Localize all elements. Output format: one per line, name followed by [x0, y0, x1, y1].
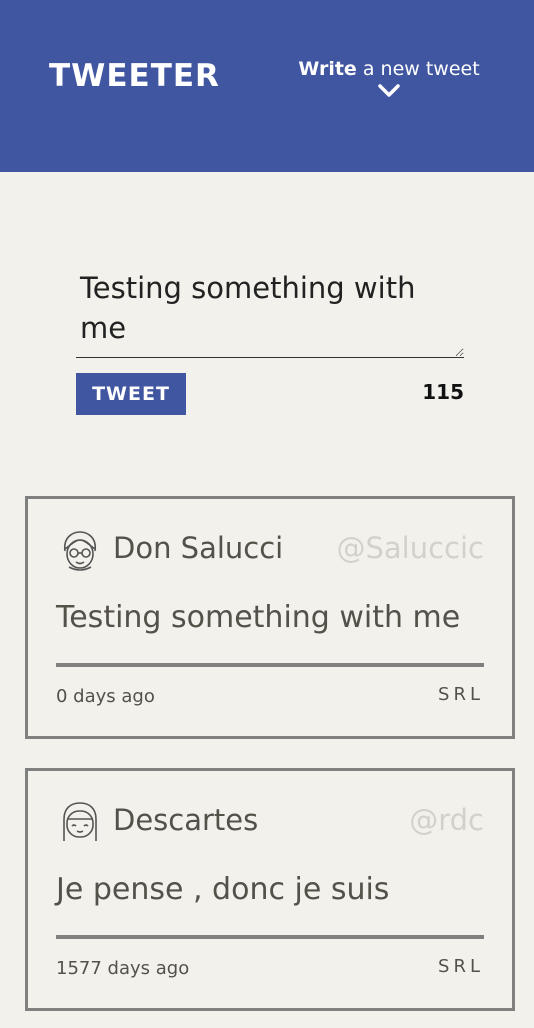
compose-toggle-label: Write a new tweet — [298, 58, 480, 80]
tweet-timestamp: 1577 days ago — [56, 958, 190, 979]
brand-logo: TWEETER — [49, 58, 220, 94]
retweet-action[interactable]: R — [453, 684, 470, 705]
like-action[interactable]: L — [470, 684, 484, 705]
compose-toggle[interactable]: Write a new tweet — [298, 58, 480, 104]
retweet-action[interactable]: R — [453, 956, 470, 977]
share-action[interactable]: S — [438, 956, 453, 977]
tweet-author-name: Descartes — [113, 803, 259, 837]
tweet-actions: SRL — [438, 956, 484, 977]
share-action[interactable]: S — [438, 684, 453, 705]
tweet-text: Je pense , donc je suis — [56, 872, 390, 907]
avatar-icon — [63, 802, 97, 841]
tweet-author-name: Don Salucci — [113, 531, 284, 565]
tweet-author-handle: @Saluccic — [336, 531, 484, 565]
top-nav: TWEETER Write a new tweet — [0, 0, 534, 172]
tweet-timestamp: 0 days ago — [56, 686, 155, 707]
chevron-down-icon — [378, 84, 400, 97]
tweet-button[interactable]: TWEET — [76, 373, 186, 415]
compose-toggle-bold: Write — [298, 58, 357, 80]
tweet-card: Descartes @rdc Je pense , donc je suis 1… — [25, 768, 515, 1011]
tweet-composer: Testing something with me TWEET 115 — [76, 268, 464, 415]
avatar-icon — [63, 531, 97, 571]
tweet-actions: SRL — [438, 684, 484, 705]
tweet-text-input[interactable]: Testing something with me — [76, 268, 464, 358]
compose-toggle-rest: a new tweet — [362, 58, 480, 80]
tweet-author-handle: @rdc — [409, 803, 484, 837]
like-action[interactable]: L — [470, 956, 484, 977]
tweet-card: Don Salucci @Saluccic Testing something … — [25, 496, 515, 739]
char-counter: 115 — [422, 380, 464, 404]
tweet-divider — [56, 663, 484, 667]
tweet-text: Testing something with me — [56, 600, 461, 635]
tweet-divider — [56, 935, 484, 939]
